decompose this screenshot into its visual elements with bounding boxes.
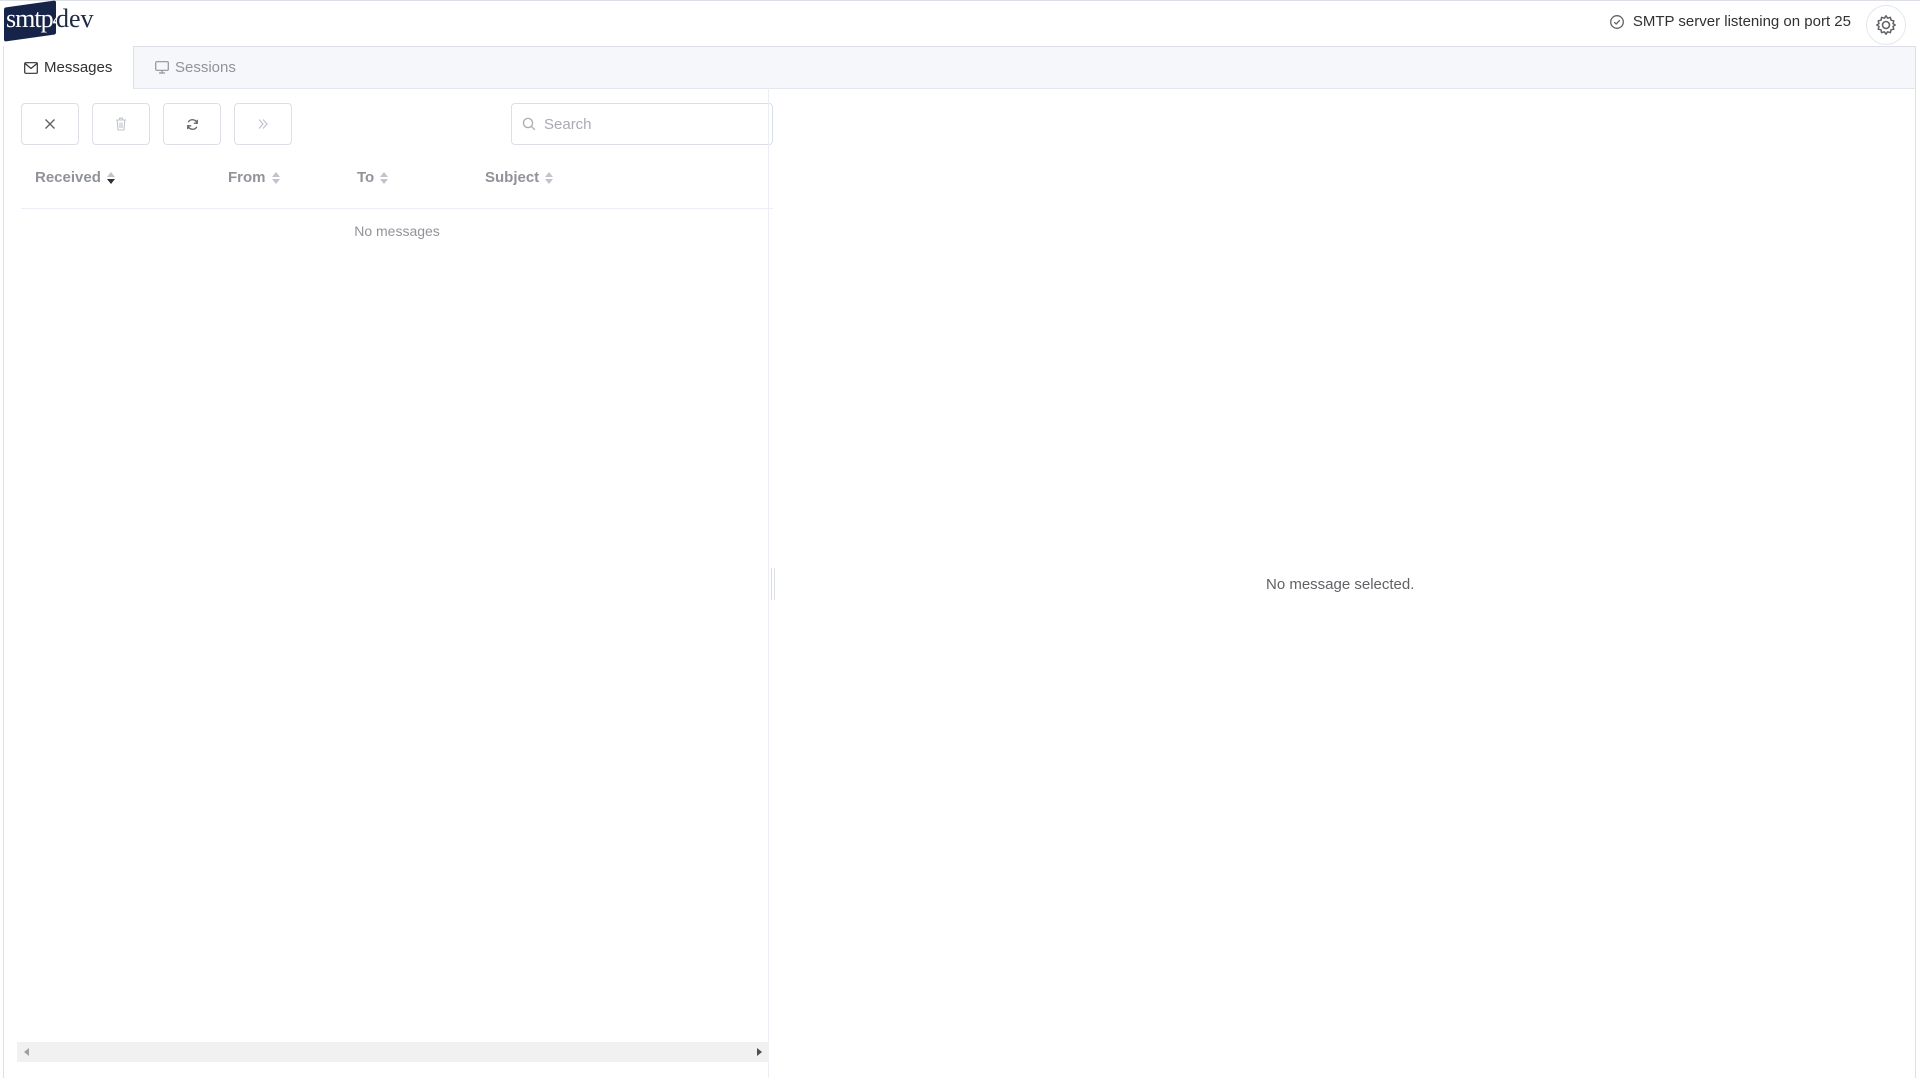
relay-button[interactable]	[234, 103, 292, 145]
column-to[interactable]: To	[357, 169, 389, 186]
tabs-container: Messages Sessions Search Received From T…	[3, 46, 1916, 1078]
search-field[interactable]	[511, 103, 773, 145]
tab-sessions-label: Sessions	[175, 58, 236, 76]
column-received[interactable]: Received	[35, 169, 115, 186]
column-received-label: Received	[35, 169, 101, 186]
messages-table-header: Received From To Subject	[21, 155, 773, 209]
close-icon	[45, 119, 55, 129]
mail-icon	[24, 61, 38, 74]
tab-messages-label: Messages	[44, 59, 113, 76]
gear-icon	[1876, 15, 1896, 35]
messages-empty-text: No messages	[354, 223, 440, 239]
settings-button[interactable]	[1866, 5, 1906, 45]
pane-divider	[768, 88, 769, 1078]
column-to-label: To	[357, 169, 375, 186]
sort-icon	[271, 171, 280, 184]
double-chevron-right-icon	[258, 119, 268, 129]
horizontal-scrollbar[interactable]	[17, 1042, 769, 1062]
trash-icon	[116, 117, 126, 131]
sort-icon	[106, 171, 115, 184]
refresh-icon	[186, 118, 198, 130]
tab-sessions[interactable]: Sessions	[135, 46, 256, 88]
column-subject[interactable]: Subject	[485, 169, 554, 186]
delete-button[interactable]	[92, 103, 150, 145]
messages-pane: Received From To Subject No messages	[21, 103, 773, 1078]
search-icon	[522, 117, 536, 131]
column-subject-label: Subject	[485, 169, 540, 186]
scroll-right-icon[interactable]	[757, 1048, 762, 1056]
server-status: SMTP server listening on port 25	[1609, 13, 1851, 30]
app-logo[interactable]: smtp4 dev	[4, 0, 114, 42]
sort-icon	[380, 171, 389, 184]
server-status-text: SMTP server listening on port 25	[1632, 13, 1851, 30]
column-from-label: From	[228, 169, 266, 186]
clear-button[interactable]	[21, 103, 79, 145]
sort-icon	[545, 171, 554, 184]
scroll-left-icon[interactable]	[24, 1048, 29, 1056]
tabs-header: Messages Sessions	[4, 46, 1915, 89]
search-input[interactable]	[542, 114, 746, 134]
pane-splitter-handle[interactable]	[771, 568, 775, 600]
logo-text-secondary: dev	[56, 4, 94, 33]
refresh-button[interactable]	[163, 103, 221, 145]
tab-messages[interactable]: Messages	[4, 46, 134, 89]
monitor-icon	[155, 60, 169, 74]
detail-empty-text: No message selected.	[1266, 576, 1415, 593]
top-bar: smtp4 dev SMTP server listening on port …	[0, 0, 1920, 47]
column-from[interactable]: From	[228, 169, 280, 186]
check-circle-icon	[1609, 14, 1624, 29]
